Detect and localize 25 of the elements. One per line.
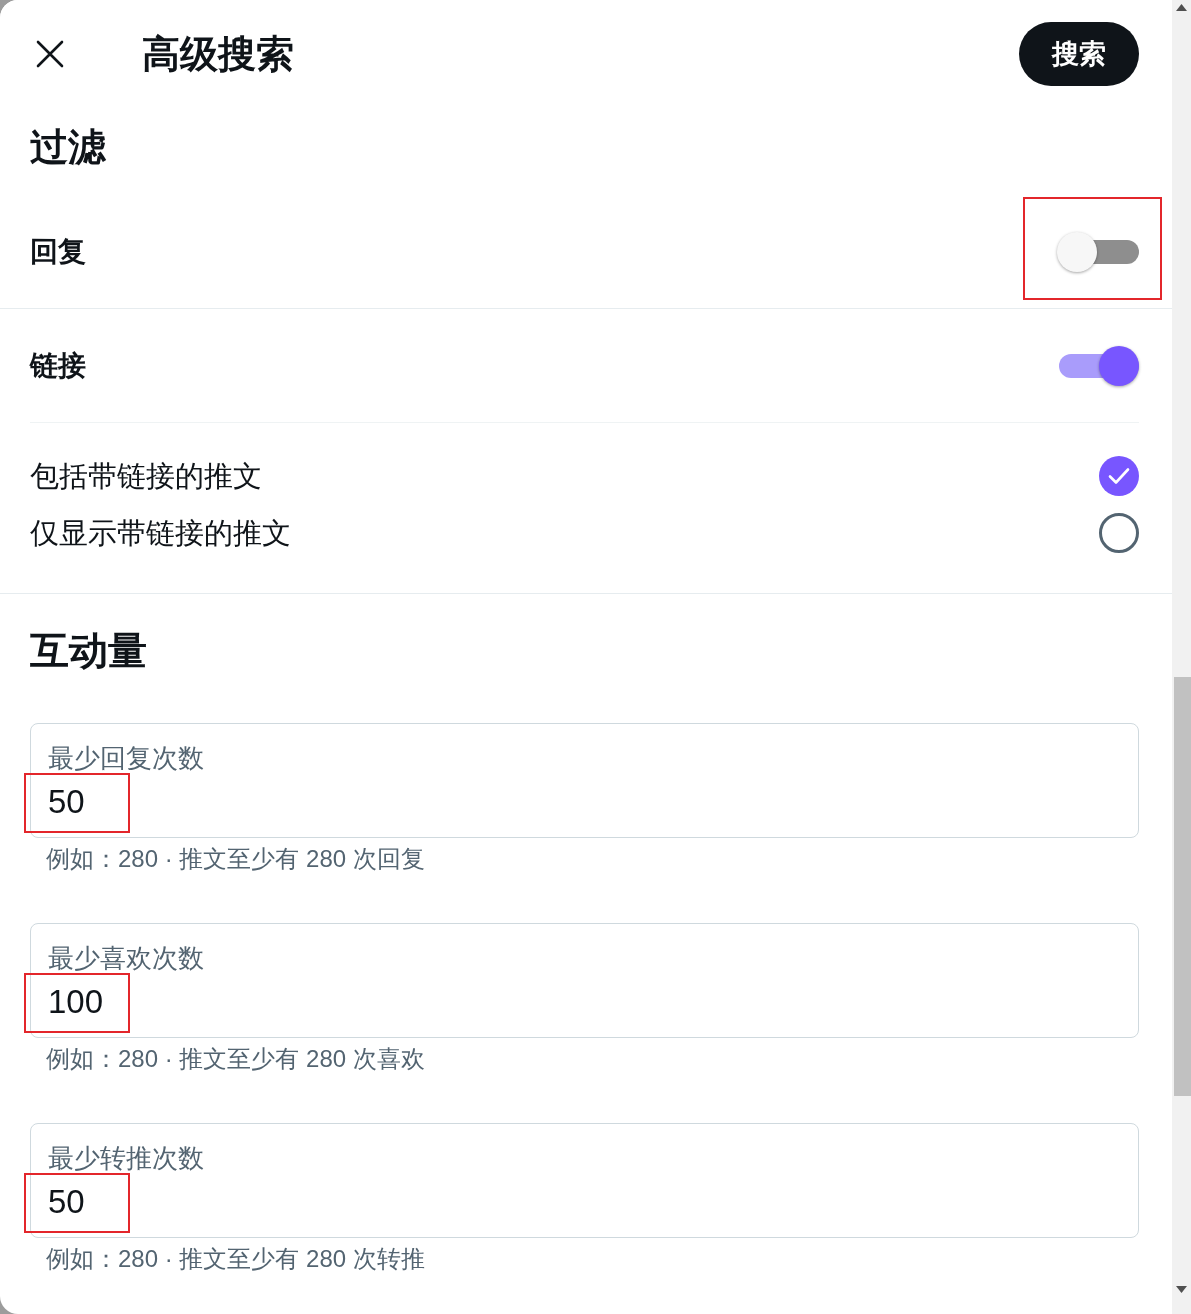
option-label: 包括带链接的推文 bbox=[30, 458, 262, 494]
hint-text: 例如：280 · 推文至少有 280 次转推 bbox=[45, 1244, 426, 1274]
number-field[interactable]: 最少喜欢次数 100 bbox=[30, 923, 1139, 1038]
radio-button[interactable] bbox=[1099, 455, 1139, 496]
option-label: 仅显示带链接的推文 bbox=[30, 515, 291, 551]
search-button[interactable]: 搜索 bbox=[1019, 22, 1139, 86]
check-icon bbox=[1108, 466, 1130, 485]
close-icon bbox=[36, 40, 64, 68]
number-field[interactable]: 最少回复次数 50 bbox=[30, 723, 1139, 838]
hint-text: 例如：280 · 推文至少有 280 次喜欢 bbox=[45, 1044, 426, 1074]
toggle-switch[interactable] bbox=[1057, 230, 1139, 273]
scrollbar-thumb[interactable] bbox=[1174, 677, 1191, 1096]
toggle-label: 链接 bbox=[30, 348, 86, 383]
close-button[interactable] bbox=[34, 38, 66, 70]
scroll-up-icon[interactable] bbox=[1176, 4, 1187, 11]
dialog-title: 高级搜索 bbox=[142, 32, 294, 77]
scrollbar[interactable] bbox=[1172, 0, 1191, 1314]
toggle-switch[interactable] bbox=[1057, 344, 1139, 387]
number-field[interactable]: 最少转推次数 50 bbox=[30, 1123, 1139, 1238]
section-heading: 过滤 bbox=[30, 125, 107, 170]
scroll-down-icon[interactable] bbox=[1176, 1286, 1187, 1293]
hint-text: 例如：280 · 推文至少有 280 次回复 bbox=[45, 844, 426, 874]
section-heading: 互动量 bbox=[30, 628, 148, 674]
radio-button[interactable] bbox=[1099, 512, 1139, 553]
toggle-label: 回复 bbox=[30, 234, 86, 269]
